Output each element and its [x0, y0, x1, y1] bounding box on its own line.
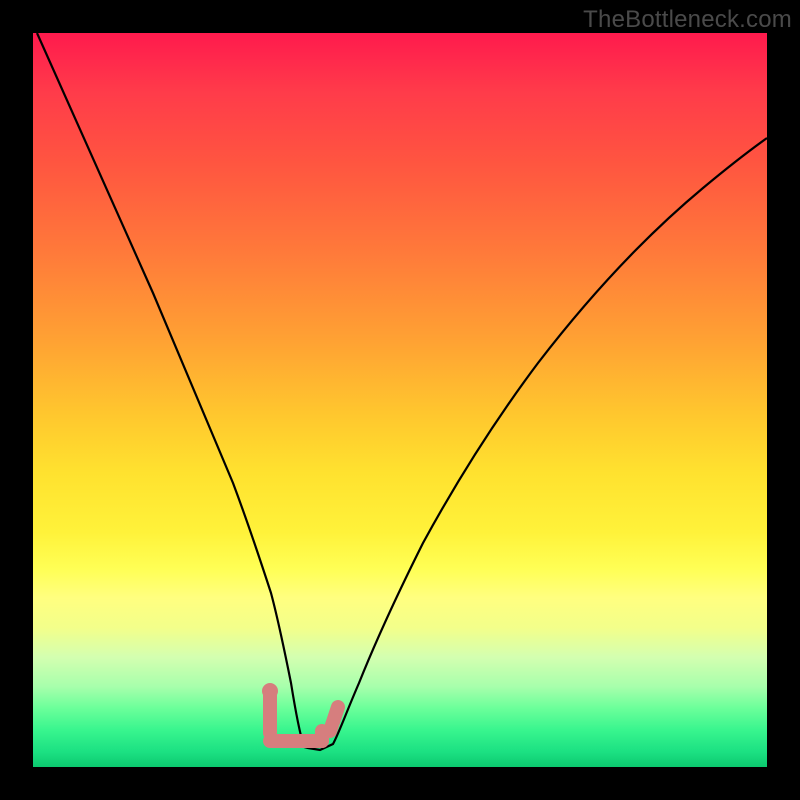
watermark-text: TheBottleneck.com — [583, 6, 792, 34]
curve-path — [37, 33, 767, 750]
chart-frame: TheBottleneck.com — [0, 0, 800, 800]
plot-area — [33, 33, 767, 767]
bottleneck-curve — [33, 33, 767, 767]
